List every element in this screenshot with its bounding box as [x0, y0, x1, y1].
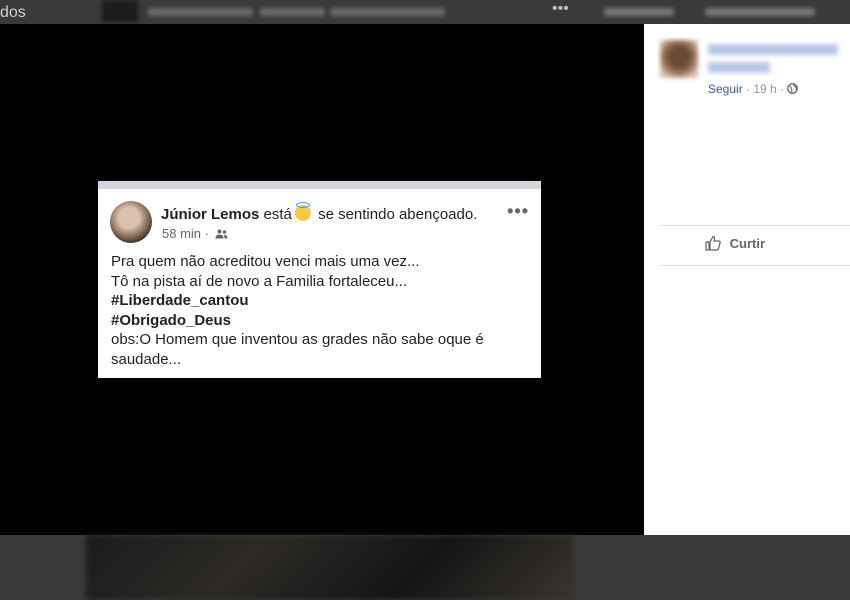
meta-separator: · [204, 226, 209, 241]
follow-link[interactable]: Seguir [708, 82, 743, 96]
divider [660, 265, 850, 266]
poster-avatar[interactable] [660, 40, 698, 78]
background-image-blurred [86, 535, 574, 600]
like-button[interactable]: Curtir [704, 234, 765, 252]
hashtag: #Liberdade_cantou [111, 292, 249, 309]
meta-separator: · [746, 82, 751, 96]
like-label: Curtir [729, 236, 766, 251]
post-line: obs:O Homem que inventou as grades não s… [111, 331, 484, 348]
feeling-verb: está [263, 206, 292, 223]
author-name: Júnior Lemos [161, 206, 260, 223]
background-footer [0, 535, 850, 600]
poster-name-blurred[interactable] [708, 44, 838, 55]
feeling-text: se sentindo abençoado. [318, 206, 478, 223]
post-text: Pra quem não acreditou venci mais uma ve… [111, 252, 531, 369]
background-fragment-text: dos [0, 4, 26, 21]
photo-viewer-stage: Júnior Lemos está se sentindo abençoado.… [0, 24, 644, 535]
background-avatar [102, 0, 138, 22]
background-blurred-text [604, 8, 674, 16]
halo-face-icon [294, 202, 311, 221]
meta-separator: · [780, 82, 785, 96]
background-blurred-text [330, 8, 445, 16]
globe-icon [787, 83, 799, 94]
background-blurred-text [260, 8, 325, 16]
photo-sidebar: Seguir · 19 h · Curtir [644, 24, 850, 535]
post-line: saudade... [111, 350, 182, 368]
thumbs-up-icon [705, 235, 721, 251]
background-blurred-text [705, 8, 815, 16]
poster-name-blurred[interactable] [708, 62, 770, 73]
author-avatar [110, 201, 152, 243]
background-blurred-text [148, 8, 253, 16]
more-options-icon: ••• [507, 201, 529, 221]
poster-meta: Seguir · 19 h · [708, 82, 799, 96]
background-more-icon: ••• [552, 0, 569, 17]
post-header: Júnior Lemos está se sentindo abençoado. [161, 202, 478, 223]
background-header: dos ••• [0, 0, 850, 24]
post-time: 58 min [162, 226, 202, 241]
friends-icon [215, 229, 228, 239]
post-line: Tô na pista aí de novo a Familia fortale… [111, 272, 407, 290]
hashtag: #Obrigado_Deus [111, 311, 232, 329]
post-screenshot: Júnior Lemos está se sentindo abençoado.… [98, 181, 541, 378]
card-top-bar [98, 181, 541, 189]
post-line: Pra quem não acreditou venci mais uma ve… [111, 253, 420, 270]
divider [660, 225, 850, 226]
post-time[interactable]: 19 h [753, 82, 776, 96]
post-meta: 58 min · [162, 226, 228, 241]
